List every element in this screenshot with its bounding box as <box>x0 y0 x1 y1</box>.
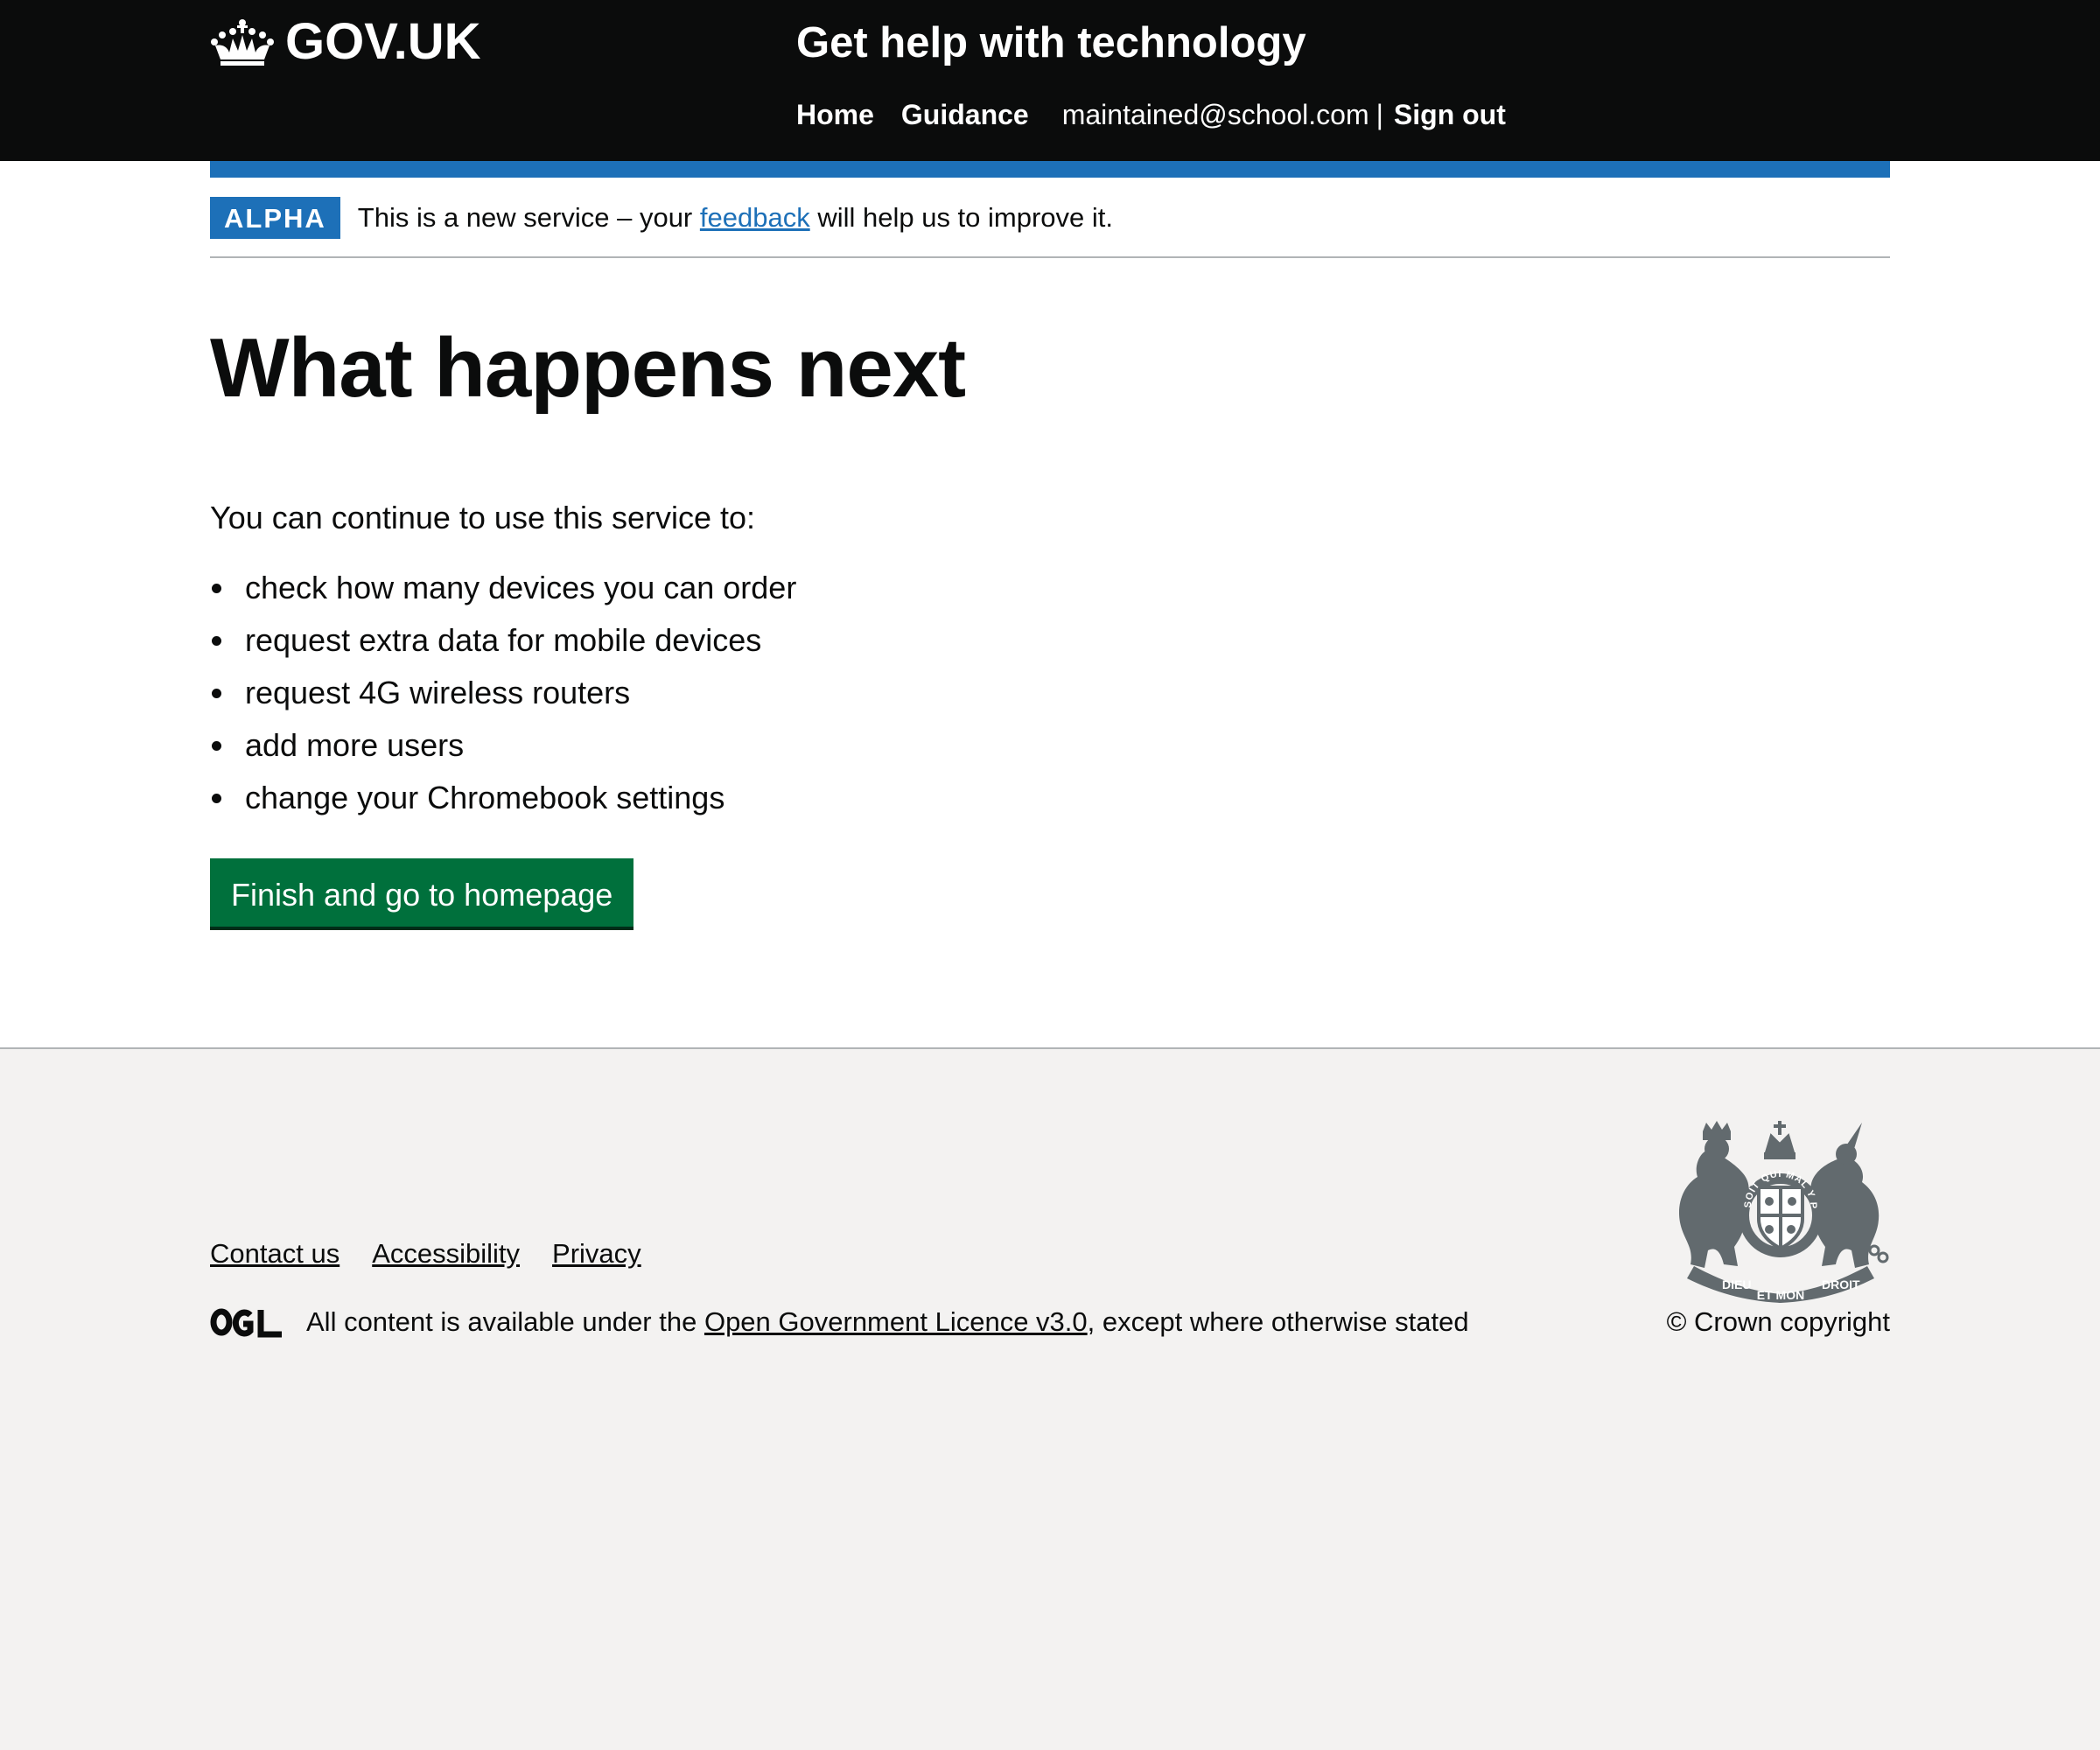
ogl-licence-link[interactable]: Open Government Licence v3.0 <box>704 1306 1088 1337</box>
page-title: What happens next <box>210 321 966 415</box>
crown-copyright-link[interactable]: © Crown copyright <box>1667 1306 1890 1337</box>
user-email: maintained@school.com <box>1061 99 1369 130</box>
logo-text: GOV.UK <box>285 13 481 70</box>
footer-link-accessibility[interactable]: Accessibility <box>372 1236 520 1271</box>
crest-motto-left: DIEU <box>1722 1278 1751 1292</box>
phase-banner-text: This is a new service – your feedback wi… <box>358 200 1113 235</box>
crest-motto-mid: ET MON <box>1757 1288 1804 1302</box>
finish-button[interactable]: Finish and go to homepage <box>210 858 634 927</box>
header-nav: Home Guidance maintained@school.com | Si… <box>796 94 1506 135</box>
sign-out-link[interactable]: Sign out <box>1394 94 1506 135</box>
page: GOV.UK Get help with technology Home Gui… <box>0 0 2100 1047</box>
crown-icon <box>211 19 274 66</box>
royal-coat-of-arms-icon: HONI SOIT QUI MAL Y PENSE DIEU ET MON DR… <box>1668 1119 1889 1303</box>
nav-guidance-link[interactable]: Guidance <box>901 94 1029 135</box>
feedback-link[interactable]: feedback <box>700 202 810 233</box>
footer-container: Contact us Accessibility Privacy All con… <box>210 1049 1890 1716</box>
main-container: ALPHA This is a new service – your feedb… <box>210 161 1890 1047</box>
licence-text-after: , except where otherwise stated <box>1087 1306 1469 1337</box>
phase-text-before: This is a new service – your <box>357 202 700 233</box>
list-item: request extra data for mobile devices <box>210 619 1890 662</box>
govuk-logo-link[interactable]: GOV.UK <box>210 16 480 68</box>
site-footer: Contact us Accessibility Privacy All con… <box>0 1047 2100 1716</box>
list-item: add more users <box>210 724 1890 767</box>
phase-tag: ALPHA <box>210 197 340 239</box>
ogl-logo-icon <box>210 1308 282 1338</box>
crown-copyright: © Crown copyright <box>1667 1305 1890 1340</box>
service-name-link[interactable]: Get help with technology <box>796 16 1306 70</box>
header-container: GOV.UK Get help with technology Home Gui… <box>210 0 1890 161</box>
service-options-list: check how many devices you can order req… <box>210 566 1890 820</box>
main-content: What happens next You can continue to us… <box>210 258 1890 1047</box>
footer-link-privacy[interactable]: Privacy <box>552 1236 641 1271</box>
licence-text-before: All content is available under the <box>306 1306 704 1337</box>
nav-separator: | <box>1376 99 1383 130</box>
list-item: change your Chromebook settings <box>210 776 1890 820</box>
licence-text: All content is available under the Open … <box>306 1305 1469 1340</box>
licence-statement: All content is available under the Open … <box>210 1305 1469 1340</box>
header-blue-bar <box>210 161 1890 178</box>
footer-links: Contact us Accessibility Privacy <box>210 1236 674 1271</box>
footer-link-contact[interactable]: Contact us <box>210 1236 340 1271</box>
site-header: GOV.UK Get help with technology Home Gui… <box>0 0 2100 161</box>
list-item: request 4G wireless routers <box>210 671 1890 715</box>
crest-motto-right: DROIT <box>1822 1278 1860 1292</box>
phase-text-after: will help us to improve it. <box>809 202 1114 233</box>
nav-home-link[interactable]: Home <box>796 94 874 135</box>
list-item: check how many devices you can order <box>210 566 1890 610</box>
lead-text: You can continue to use this service to: <box>210 500 756 536</box>
phase-banner: ALPHA This is a new service – your feedb… <box>210 178 1890 258</box>
